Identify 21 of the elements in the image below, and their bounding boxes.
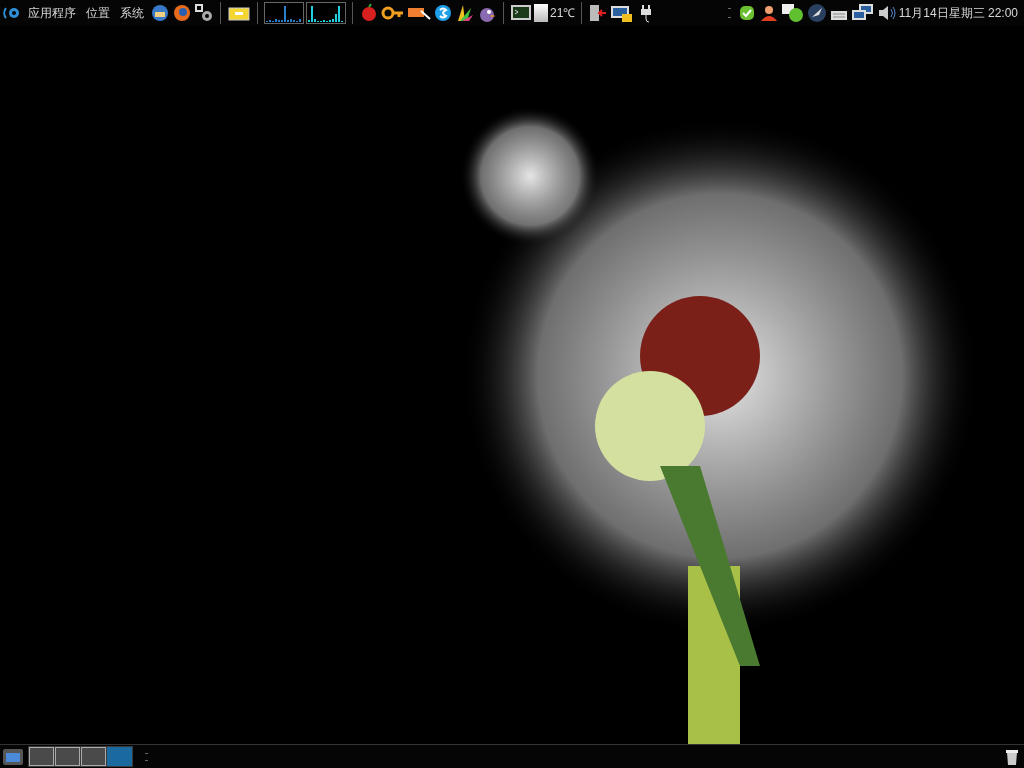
gear-icon[interactable] [194,3,214,23]
workspace[interactable] [55,747,80,766]
menu-item[interactable]: 应用程序 [24,4,80,22]
workspace[interactable] [29,747,54,766]
menu-item[interactable]: 系统 [116,4,148,22]
speaker-icon[interactable] [876,3,897,23]
clock[interactable]: 11月14日星期三 22:00 [898,4,1022,22]
mail-client-icon[interactable] [150,3,170,23]
workspace[interactable] [81,747,106,766]
person-icon[interactable] [758,3,779,23]
lock-screen-icon[interactable] [610,3,635,23]
terminal-icon[interactable] [510,3,532,23]
temperature-swatch [534,4,548,22]
temperature-reading: 21℃ [550,5,576,22]
menu-item[interactable]: 位置 [82,4,114,22]
network-computers-icon[interactable] [850,3,875,23]
browser-icon[interactable] [172,3,192,23]
show-desktop-icon[interactable] [2,746,24,767]
chat-bubble-icon[interactable] [780,3,805,23]
logout-door-icon[interactable] [588,3,609,23]
apple-icon[interactable] [359,3,379,23]
